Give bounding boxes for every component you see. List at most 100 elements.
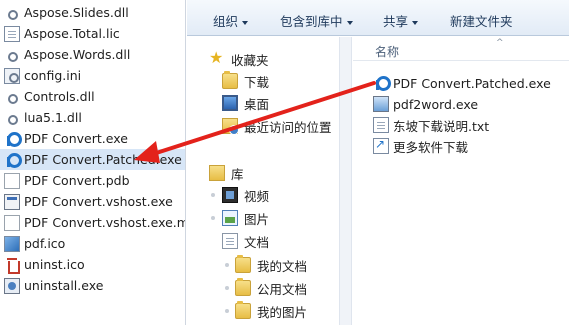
file-item[interactable]: 更多软件下载	[369, 136, 468, 156]
file-item[interactable]: PDF Convert.exe	[0, 128, 185, 149]
new-folder-button[interactable]: 新建文件夹	[450, 11, 513, 30]
file-item[interactable]: lua5.1.dll	[0, 107, 185, 128]
picture-library-icon	[222, 210, 238, 226]
nav-label: 最近访问的位置	[244, 119, 332, 135]
source-file-list: Aspose.Slides.dll Aspose.Total.lic Aspos…	[0, 0, 186, 325]
command-bar: 组织 包含到库中 共享 新建文件夹	[187, 0, 569, 36]
explorer-window: 组织 包含到库中 共享 新建文件夹 收藏夹 下载 桌面 最近访问的位置 库 视频	[187, 0, 569, 325]
nav-label: 下载	[244, 74, 270, 90]
settings-file-icon	[4, 67, 20, 84]
file-name: pdf2word.exe	[393, 96, 479, 112]
chevron-down-icon	[346, 20, 353, 25]
file-name: Aspose.Total.lic	[24, 26, 120, 41]
nav-my-pictures[interactable]: 我的图片	[235, 301, 307, 321]
column-label: 名称	[375, 45, 400, 59]
nav-my-documents[interactable]: 我的文档	[235, 255, 307, 275]
tree-expander[interactable]	[225, 286, 229, 290]
share-button[interactable]: 共享	[383, 11, 419, 30]
sort-up-icon: ^	[496, 38, 504, 48]
trash-icon	[4, 257, 20, 274]
star-icon	[209, 48, 225, 67]
file-item[interactable]: 东坡下载说明.txt	[369, 115, 489, 135]
dll-gear-icon	[4, 110, 20, 126]
column-header-name[interactable]: 名称 ^	[353, 37, 569, 61]
tree-expander[interactable]	[225, 263, 229, 267]
document-library-icon	[222, 233, 238, 249]
video-library-icon	[222, 187, 238, 203]
app-window-icon	[4, 193, 20, 210]
file-item[interactable]: Aspose.Slides.dll	[0, 2, 185, 23]
library-icon	[209, 165, 225, 181]
nav-pictures[interactable]: 图片	[222, 208, 269, 228]
file-name: 更多软件下载	[393, 139, 469, 155]
file-item[interactable]: PDF Convert.Patched.exe	[369, 73, 551, 93]
organize-label: 组织	[213, 14, 239, 29]
folder-icon	[235, 255, 251, 273]
nav-videos[interactable]: 视频	[222, 185, 269, 205]
file-name: uninstall.exe	[24, 278, 104, 293]
file-item[interactable]: pdf2word.exe	[369, 94, 478, 114]
file-name: PDF Convert.vshost.exe.manifest	[24, 215, 186, 230]
file-item[interactable]: pdf.ico	[0, 233, 185, 254]
include-in-library-label: 包含到库中	[280, 14, 343, 29]
text-file-icon	[373, 117, 389, 133]
file-item[interactable]: PDF Convert.vshost.exe	[0, 191, 185, 212]
download-folder-icon	[222, 71, 238, 89]
blank-file-icon	[4, 214, 20, 231]
nav-label: 公用文档	[257, 281, 308, 297]
file-item[interactable]: Aspose.Total.lic	[0, 23, 185, 44]
installer-icon	[4, 277, 20, 294]
organize-button[interactable]: 组织	[213, 11, 249, 30]
nav-label: 我的图片	[257, 304, 308, 320]
nav-documents[interactable]: 文档	[222, 231, 269, 251]
nav-recent-places[interactable]: 最近访问的位置	[222, 116, 332, 136]
tree-expander[interactable]	[211, 216, 215, 220]
file-item[interactable]: PDF Convert.vshost.exe.manifest	[0, 212, 186, 233]
file-item[interactable]: config.ini	[0, 65, 185, 86]
pdf-app-icon	[4, 131, 22, 147]
file-name: PDF Convert.Patched.exe	[24, 152, 182, 167]
file-item[interactable]: uninstall.exe	[0, 275, 185, 296]
nav-label: 视频	[244, 188, 270, 204]
nav-public-documents[interactable]: 公用文档	[235, 278, 307, 298]
recent-places-icon	[222, 118, 239, 135]
file-name: Aspose.Slides.dll	[24, 5, 129, 20]
file-item[interactable]: uninst.ico	[0, 254, 185, 275]
file-item[interactable]: PDF Convert.pdb	[0, 170, 185, 191]
nav-desktop[interactable]: 桌面	[222, 93, 269, 113]
dll-gear-icon	[4, 5, 20, 21]
app-icon	[373, 96, 389, 112]
nav-favorites[interactable]: 收藏夹	[209, 48, 269, 69]
shortcut-icon	[373, 137, 389, 154]
nav-label: 收藏夹	[231, 52, 269, 68]
nav-label: 文档	[244, 234, 270, 250]
file-name: PDF Convert.pdb	[24, 173, 130, 188]
nav-label: 桌面	[244, 96, 270, 112]
tree-expander[interactable]	[211, 193, 215, 197]
pane-splitter[interactable]	[339, 37, 352, 325]
file-name: config.ini	[24, 68, 82, 83]
file-item[interactable]: Controls.dll	[0, 86, 185, 107]
include-in-library-button[interactable]: 包含到库中	[280, 11, 353, 30]
file-item[interactable]: Aspose.Words.dll	[0, 44, 185, 65]
navigation-pane: 收藏夹 下载 桌面 最近访问的位置 库 视频 图片 文档	[187, 37, 339, 325]
folder-icon	[235, 301, 251, 319]
dll-gear-icon	[4, 89, 20, 105]
file-name: 东坡下载说明.txt	[393, 118, 490, 134]
nav-label: 库	[231, 166, 244, 182]
file-name: Controls.dll	[24, 89, 95, 104]
file-item-selected[interactable]: PDF Convert.Patched.exe	[0, 149, 185, 170]
file-name: PDF Convert.vshost.exe	[24, 194, 173, 209]
file-name: pdf.ico	[24, 236, 66, 251]
file-name: PDF Convert.Patched.exe	[393, 75, 551, 91]
file-name: uninst.ico	[24, 257, 85, 272]
tree-expander[interactable]	[225, 309, 229, 313]
nav-downloads[interactable]: 下载	[222, 71, 269, 91]
image-icon	[4, 235, 20, 252]
chevron-down-icon	[412, 20, 419, 25]
pdf-app-icon	[4, 152, 22, 168]
nav-libraries[interactable]: 库	[209, 163, 244, 183]
file-name: PDF Convert.exe	[24, 131, 128, 146]
pdf-app-icon	[373, 75, 391, 91]
nav-label: 图片	[244, 211, 270, 227]
